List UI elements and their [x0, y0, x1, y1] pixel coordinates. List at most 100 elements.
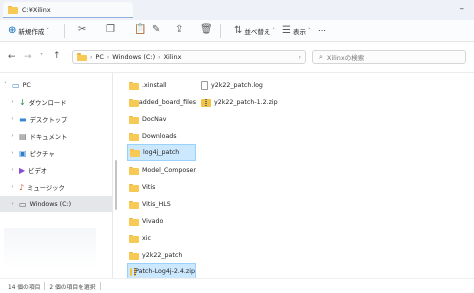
back-arrow-icon[interactable]: ← — [8, 52, 16, 62]
status-bar: 14 個の項目 2 個の項目を選択 — [0, 278, 474, 293]
sidebar-item-music[interactable]: › ♪ ミュージック — [0, 179, 112, 195]
chevron-right-icon[interactable]: › — [9, 150, 16, 156]
folder-icon — [129, 98, 139, 107]
list-item[interactable]: y2k22_patch — [118, 247, 196, 264]
file-name: y2k22_patch-1.2.zip — [214, 99, 278, 106]
file-name: .xinstall — [142, 82, 167, 89]
window-tab[interactable]: C:¥Xilinx — [3, 2, 133, 18]
file-name: added_board_files — [138, 99, 196, 106]
breadcrumb[interactable]: › PC › Windows (C:) › Xilinx › — [72, 50, 306, 64]
list-item[interactable]: .xinstall — [118, 77, 196, 94]
chevron-down-icon: ˅ — [272, 27, 275, 34]
list-item[interactable]: y2k22_patch-1.2.zip — [190, 94, 280, 111]
list-item[interactable]: added_board_files — [118, 94, 196, 111]
list-item[interactable]: Vitis — [118, 179, 196, 196]
folder-icon — [129, 166, 139, 175]
chevron-right-icon[interactable]: › — [9, 184, 16, 190]
recent-chevron-icon[interactable]: ˅ — [40, 53, 43, 60]
list-item[interactable]: DocNav — [118, 111, 196, 128]
desktop-icon: ▬ — [19, 114, 27, 124]
breadcrumb-separator-icon: › — [158, 53, 161, 61]
sidebar-item-videos[interactable]: › ▶ ビデオ — [0, 162, 112, 178]
file-name: Model_Composer — [141, 167, 196, 174]
search-input[interactable]: ⌕ Xilinxの検索 — [312, 50, 466, 64]
drive-icon: ▭ — [19, 199, 27, 209]
minimize-button[interactable]: – — [460, 4, 465, 14]
file-name: y2k22_patch — [142, 252, 183, 259]
sidebar-item-label: Windows (C:) — [29, 200, 72, 208]
folder-icon — [8, 5, 18, 14]
rename-icon[interactable]: ✎ — [152, 24, 160, 35]
breadcrumb-separator-icon: › — [90, 53, 93, 61]
sidebar-item-downloads[interactable]: › ↓ ダウンロード — [0, 94, 112, 110]
divider — [44, 282, 46, 290]
view-label: 表示 — [292, 27, 306, 36]
folder-icon — [129, 234, 139, 243]
paste-icon[interactable]: 📋 — [134, 24, 146, 35]
sidebar-item-label: PC — [22, 81, 31, 89]
folder-icon — [129, 251, 139, 260]
chevron-right-icon[interactable]: › — [9, 167, 16, 173]
item-count: 14 個の項目 — [8, 284, 41, 291]
list-item[interactable]: y2k22_patch.log — [190, 77, 280, 94]
videos-icon: ▶ — [19, 165, 26, 175]
breadcrumb-item-drive[interactable]: Windows (C:) — [112, 53, 155, 61]
chevron-right-icon[interactable]: › — [9, 201, 16, 207]
file-name: DocNav — [142, 116, 167, 123]
divider — [64, 24, 65, 38]
folder-icon — [129, 81, 139, 90]
sidebar-item-desktop[interactable]: › ▬ デスクトップ — [0, 111, 112, 127]
pc-icon: ▭ — [12, 80, 20, 90]
breadcrumb-item-folder[interactable]: Xilinx — [164, 53, 182, 61]
list-item[interactable]: Vitis_HLS — [118, 196, 196, 213]
new-button[interactable]: ⊕ 新規作成 ˅ — [8, 25, 49, 36]
plus-circle-icon: ⊕ — [8, 25, 17, 36]
sort-button[interactable]: ⇅ 並べ替え ˅ — [234, 25, 275, 36]
copy-icon[interactable]: ❐ — [106, 24, 115, 35]
sidebar-item-label: ミュージック — [27, 184, 65, 192]
sidebar-item-label: ピクチャ — [29, 150, 55, 158]
chevron-down-icon[interactable]: ˅ — [2, 82, 9, 88]
file-name: Patch-Log4j-2.4.zip — [135, 268, 195, 275]
search-placeholder: Xilinxの検索 — [326, 54, 365, 62]
obscured-region — [4, 228, 96, 268]
chevron-right-icon[interactable]: › — [9, 99, 16, 105]
chevron-right-icon[interactable]: › — [9, 116, 16, 122]
search-icon: ⌕ — [319, 52, 323, 61]
list-item[interactable]: xic — [118, 230, 196, 247]
chevron-right-icon[interactable]: › — [9, 133, 16, 139]
divider — [220, 24, 221, 38]
list-item[interactable]: Downloads — [118, 128, 196, 145]
sidebar-item-windows-c[interactable]: › ▭ Windows (C:) — [0, 196, 112, 212]
file-name: xic — [142, 235, 151, 242]
view-button[interactable]: ☰ 表示 ˅ — [282, 25, 310, 36]
divider — [99, 282, 101, 290]
file-name: y2k22_patch.log — [211, 82, 263, 89]
breadcrumb-item-pc[interactable]: PC — [95, 53, 103, 61]
list-item[interactable]: log4j_patch — [127, 144, 196, 161]
sidebar-item-documents[interactable]: › ▤ ドキュメント — [0, 128, 112, 144]
list-item[interactable]: Model_Composer — [118, 162, 196, 179]
download-icon: ↓ — [19, 97, 26, 107]
folder-icon — [129, 200, 139, 209]
navigation-pane: ˅ ▭ PC › ↓ ダウンロード › ▬ デスクトップ › ▤ ドキュメント … — [0, 73, 113, 278]
sidebar-item-pictures[interactable]: › ▣ ピクチャ — [0, 145, 112, 161]
sidebar-item-label: デスクトップ — [29, 116, 68, 124]
forward-arrow-icon[interactable]: → — [24, 52, 32, 62]
sidebar-scrollbar[interactable] — [115, 160, 117, 210]
more-options-button[interactable]: … — [318, 24, 326, 33]
cut-icon[interactable]: ✂ — [78, 24, 86, 35]
folder-icon — [129, 115, 139, 124]
view-icon: ☰ — [282, 25, 291, 36]
folder-icon — [129, 183, 139, 192]
sidebar-item-pc[interactable]: ˅ ▭ PC — [0, 77, 112, 93]
folder-icon — [77, 53, 87, 61]
up-arrow-icon[interactable]: ↑ — [53, 51, 61, 61]
delete-icon[interactable]: 🗑 — [200, 24, 213, 35]
breadcrumb-separator-icon: › — [298, 53, 301, 61]
list-item[interactable]: Vivado — [118, 213, 196, 230]
file-name: Vitis_HLS — [142, 201, 171, 208]
sidebar-item-label: ダウンロード — [28, 99, 67, 107]
share-icon[interactable]: ⇪ — [175, 24, 183, 35]
sort-icon: ⇅ — [234, 25, 243, 36]
